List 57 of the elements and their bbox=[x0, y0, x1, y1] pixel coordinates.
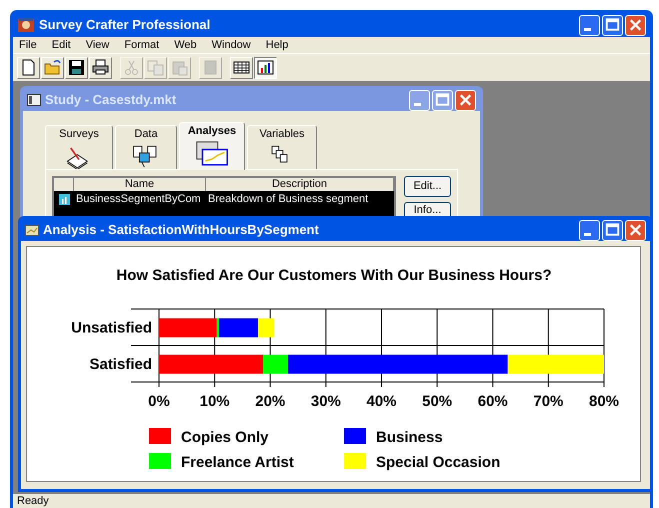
minimize-icon bbox=[584, 232, 591, 236]
menu-item[interactable]: View bbox=[84, 36, 112, 54]
axis-tick-label: 10% bbox=[200, 393, 230, 410]
copy-icon bbox=[146, 58, 165, 77]
dialog-button[interactable]: Edit... bbox=[404, 176, 451, 197]
bar-chart-icon bbox=[58, 194, 70, 204]
printer-icon bbox=[91, 58, 110, 77]
legend-label: Copies Only bbox=[181, 429, 269, 446]
tab[interactable]: Data bbox=[115, 125, 177, 169]
category-label: Unsatisfied bbox=[71, 319, 152, 336]
dialog-button[interactable]: Info... bbox=[404, 202, 451, 216]
legend-label: Business bbox=[376, 429, 443, 446]
tab[interactable]: Analyses bbox=[179, 122, 245, 170]
axis-tick-label: 70% bbox=[533, 393, 564, 410]
folder-icon bbox=[43, 58, 62, 77]
close-button[interactable] bbox=[625, 220, 646, 240]
menu-item[interactable]: Help bbox=[264, 36, 290, 54]
chart-title: How Satisfied Are Our Customers With Our Business Hours? bbox=[116, 267, 552, 284]
status-text: Ready bbox=[17, 494, 49, 508]
maximize-button[interactable] bbox=[602, 14, 623, 36]
minimize-button[interactable] bbox=[409, 90, 430, 110]
menu-item[interactable]: Format bbox=[122, 36, 162, 54]
scissors-icon bbox=[122, 58, 141, 77]
axis-tick-label: 50% bbox=[422, 393, 452, 410]
close-button[interactable] bbox=[455, 90, 476, 110]
axis-tick-label: 80% bbox=[588, 393, 620, 410]
legend-label: Freelance Artist bbox=[181, 454, 294, 471]
minimize-button[interactable] bbox=[579, 14, 600, 36]
tab[interactable]: Variables bbox=[247, 125, 317, 169]
minimize-button[interactable] bbox=[579, 220, 600, 240]
menu-item[interactable]: Web bbox=[172, 36, 199, 54]
axis-tick-label: 60% bbox=[478, 393, 508, 410]
menu-item[interactable]: Edit bbox=[50, 36, 73, 54]
window-title: Analysis - SatisfactionWithHoursBySegment bbox=[43, 221, 320, 240]
bar-chart-icon bbox=[256, 58, 275, 77]
maximize-button[interactable] bbox=[602, 220, 623, 240]
table-cell-text: BusinessSegmentByCom bbox=[75, 192, 202, 207]
axis-tick-label: 20% bbox=[255, 393, 286, 410]
close-button[interactable] bbox=[625, 14, 646, 36]
tab[interactable]: Surveys bbox=[45, 125, 113, 169]
toolbar-button[interactable] bbox=[254, 56, 277, 78]
menu-item[interactable]: File bbox=[17, 36, 39, 54]
maximize-button[interactable] bbox=[432, 90, 453, 110]
category-label: Satisfied bbox=[89, 356, 152, 373]
window-title: Survey Crafter Professional bbox=[39, 16, 212, 34]
minimize-icon bbox=[584, 28, 591, 30]
table-cell-text: Breakdown of Business segment bbox=[207, 192, 370, 207]
axis-tick-label: 0% bbox=[148, 393, 170, 410]
chart-window-icon bbox=[25, 224, 39, 236]
axis-tick-label: 30% bbox=[310, 393, 341, 410]
menu-item[interactable]: Window bbox=[210, 36, 253, 54]
app-logo-icon bbox=[17, 17, 35, 33]
axis-tick-label: 40% bbox=[366, 393, 397, 410]
window-title: Study - Casestdy.mkt bbox=[45, 91, 178, 110]
legend-label: Special Occasion bbox=[376, 454, 500, 471]
document-icon bbox=[27, 94, 41, 106]
minimize-icon bbox=[414, 102, 421, 106]
